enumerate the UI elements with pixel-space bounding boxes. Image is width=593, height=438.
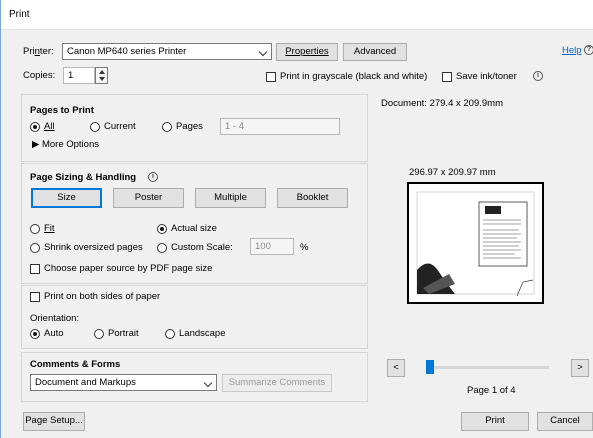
orientation-title: Orientation:	[30, 313, 80, 324]
page-slider-thumb[interactable]	[426, 360, 434, 374]
more-options-toggle[interactable]: ▶ More Options	[32, 139, 99, 150]
page-sizing-title: Page Sizing & Handling	[30, 172, 137, 183]
duplex-checkbox[interactable]	[30, 292, 40, 302]
copies-stepper[interactable]	[95, 67, 108, 84]
page-size: 296.97 x 209.97 mm	[409, 167, 496, 178]
save-ink-checkbox[interactable]	[442, 72, 452, 82]
radio-custom-scale[interactable]	[157, 243, 167, 253]
radio-all[interactable]	[30, 122, 40, 132]
page-setup-button[interactable]: Page Setup...	[23, 412, 85, 431]
tab-size[interactable]: Size	[31, 188, 102, 208]
tab-booklet[interactable]: Booklet	[277, 188, 348, 208]
radio-pages[interactable]	[162, 122, 172, 132]
percent-label: %	[300, 242, 309, 253]
preview-pane: Document: 279.4 x 209.9mm 296.97 x 209.9…	[371, 94, 593, 402]
page-sizing-panel: Page Sizing & Handling i Size Poster Mul…	[21, 163, 368, 284]
title-bar: Print	[1, 0, 593, 30]
radio-auto[interactable]	[30, 329, 40, 339]
prev-page-button[interactable]: <	[387, 359, 405, 377]
radio-current-label: Current	[104, 121, 136, 132]
info-icon[interactable]: i	[533, 71, 543, 81]
radio-all-label: All	[44, 121, 55, 132]
radio-current[interactable]	[90, 122, 100, 132]
page-indicator: Page 1 of 4	[467, 385, 516, 396]
custom-scale-input[interactable]: 100	[250, 238, 294, 255]
tab-multiple[interactable]: Multiple	[195, 188, 266, 208]
step-down-icon[interactable]	[99, 77, 105, 81]
printer-select[interactable]: Canon MP640 series Printer	[62, 43, 272, 60]
step-up-icon[interactable]	[99, 70, 105, 74]
radio-shrink-label: Shrink oversized pages	[44, 242, 143, 253]
radio-landscape-label: Landscape	[179, 328, 226, 339]
help-link[interactable]: Help	[562, 45, 582, 56]
chevron-down-icon	[255, 44, 271, 59]
comments-select[interactable]: Document and Markups	[30, 374, 217, 391]
radio-auto-label: Auto	[44, 328, 64, 339]
radio-actual-size[interactable]	[157, 224, 167, 234]
pages-to-print-title: Pages to Print	[30, 105, 94, 116]
page-thumbnail	[416, 191, 535, 297]
comments-select-value: Document and Markups	[35, 377, 136, 388]
comments-forms-panel: Comments & Forms Document and Markups Su…	[21, 352, 368, 402]
radio-portrait-label: Portrait	[108, 328, 139, 339]
document-size: Document: 279.4 x 209.9mm	[381, 98, 503, 109]
grayscale-checkbox[interactable]	[266, 72, 276, 82]
duplex-label: Print on both sides of paper	[44, 291, 161, 302]
pages-range-input[interactable]: 1 - 4	[220, 118, 340, 135]
radio-landscape[interactable]	[165, 329, 175, 339]
tab-poster[interactable]: Poster	[113, 188, 184, 208]
pages-to-print-panel: Pages to Print All Current Pages 1 - 4 ▶…	[21, 94, 368, 162]
save-ink-label: Save ink/toner	[456, 71, 517, 82]
radio-shrink[interactable]	[30, 243, 40, 253]
cancel-button[interactable]: Cancel	[537, 412, 593, 431]
page-slider-track[interactable]	[429, 366, 549, 369]
radio-custom-scale-label: Custom Scale:	[171, 242, 233, 253]
properties-button[interactable]: Properties	[276, 43, 338, 61]
printer-select-value: Canon MP640 series Printer	[67, 46, 187, 57]
printer-label: Printer:	[23, 46, 54, 57]
paper-source-label: Choose paper source by PDF page size	[44, 263, 213, 274]
radio-actual-size-label: Actual size	[171, 223, 217, 234]
radio-portrait[interactable]	[94, 329, 104, 339]
summarize-comments-button[interactable]: Summarize Comments	[222, 374, 332, 392]
advanced-button[interactable]: Advanced	[343, 43, 407, 61]
next-page-button[interactable]: >	[571, 359, 589, 377]
help-icon[interactable]: ?	[584, 45, 593, 55]
print-dialog: Print Printer: Canon MP640 series Printe…	[0, 0, 593, 438]
orientation-panel: Print on both sides of paper Orientation…	[21, 285, 368, 349]
chevron-down-icon	[200, 375, 216, 390]
info-icon[interactable]: i	[148, 172, 158, 182]
window-title: Print	[9, 9, 30, 20]
paper-source-checkbox[interactable]	[30, 264, 40, 274]
grayscale-label: Print in grayscale (black and white)	[280, 71, 428, 82]
radio-fit[interactable]	[30, 224, 40, 234]
comments-forms-title: Comments & Forms	[30, 359, 121, 370]
print-button[interactable]: Print	[461, 412, 529, 431]
radio-pages-label: Pages	[176, 121, 203, 132]
copies-input[interactable]: 1	[63, 67, 95, 84]
radio-fit-label: Fit	[44, 223, 55, 234]
page-preview	[407, 182, 544, 304]
copies-label: Copies:	[23, 70, 56, 81]
